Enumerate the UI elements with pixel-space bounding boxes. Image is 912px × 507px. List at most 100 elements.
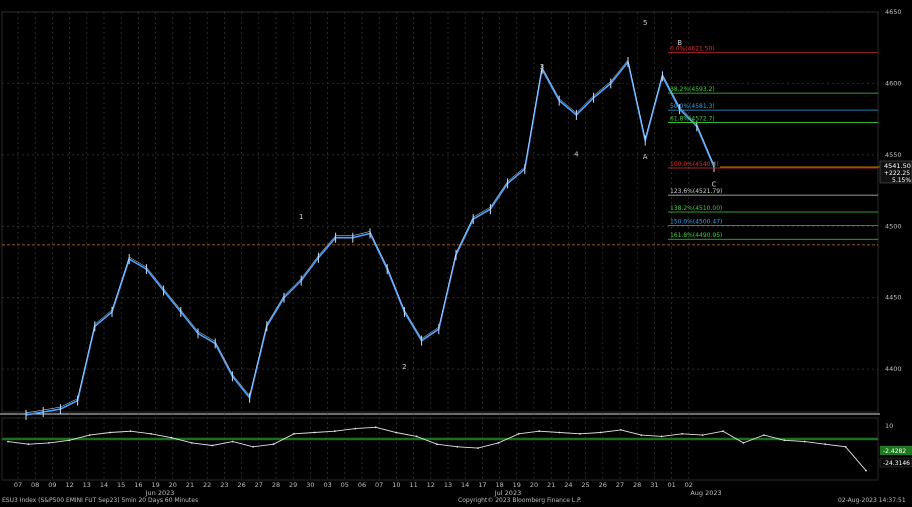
osc-point [47,442,50,444]
x-tick-label: 05 [341,481,349,489]
osc-readout: -2.4282 [883,448,906,455]
osc-point [722,430,724,433]
osc-point [476,447,479,449]
x-tick-label: 23 [220,481,228,489]
osc-point [660,435,663,438]
x-tick-label: 28 [272,481,280,489]
osc-point [844,445,847,448]
osc-point [150,432,152,435]
x-tick-label: 09 [48,481,56,489]
wave-label: C [712,180,717,188]
x-tick-label: 21 [186,481,194,489]
footer-right: 02-Aug-2023 14:37:51 [838,497,906,504]
fib-label: 100.0%(4540.8) [670,161,719,168]
x-tick-label: 07 [14,481,22,489]
x-tick-label: 29 [289,481,297,489]
osc-point [7,440,9,443]
footer-left: ESU3 Index (S&P500 EMINI FUT Sep23) 5min… [2,497,199,504]
osc-point [109,431,112,434]
fib-label: 61.8%(4572.7) [670,115,715,122]
x-tick-label: 19 [513,481,521,489]
x-tick-label: 03 [323,481,331,489]
x-tick-label: 15 [117,481,125,489]
month-label: Aug 2023 [690,489,721,497]
osc-point [395,431,398,434]
osc-point [190,442,193,444]
last-price-change: +222.25 [884,170,910,177]
x-tick-label: 28 [633,481,641,489]
x-tick-label: 12 [65,481,73,489]
x-tick-label: 20 [169,481,177,489]
y-tick-label: 4500 [885,222,902,230]
osc-point [211,444,214,447]
osc-point [599,431,602,434]
osc-point [374,426,377,429]
x-tick-label: 02 [685,481,693,489]
y-tick-label: 4400 [885,365,902,373]
osc-point [619,429,622,431]
y-tick-label: 4450 [885,294,902,302]
osc-point [415,435,418,438]
chart: 0.0%(4621.50)38.2%(4593.2)50.0%(4581.3)6… [0,0,912,507]
osc-point [538,430,541,433]
month-label: Jun 2023 [145,489,175,497]
osc-point [354,427,357,430]
y-tick-label: 4650 [885,8,902,16]
x-tick-label: 11 [409,481,417,489]
osc-point [742,442,745,444]
x-tick-label: 26 [237,481,245,489]
x-tick-label: 20 [530,481,538,489]
osc-point [272,443,275,446]
osc-point [293,432,295,435]
fib-label: 50.0%(4581.3) [670,103,715,110]
osc-point [456,445,459,448]
x-tick-label: 30 [306,481,314,489]
x-tick-label: 31 [650,481,658,489]
osc-point [681,432,684,435]
osc-point [558,431,561,434]
fib-label: 123.6%(4521.79) [670,188,722,195]
osc-point [333,430,336,433]
last-price-pct: 5.15% [892,177,911,184]
x-tick-label: 21 [547,481,555,489]
osc-point [701,434,704,436]
y-tick-label: 4600 [885,79,902,87]
osc-point [68,439,71,442]
x-tick-label: 08 [31,481,39,489]
x-tick-label: 06 [358,481,366,489]
x-tick-label: 17 [478,481,486,489]
fib-label: 38.2%(4593.2) [670,86,715,93]
x-tick-label: 27 [616,481,624,489]
month-label: Jul 2023 [494,489,521,497]
osc-point [231,440,234,443]
osc-point [824,443,827,446]
x-tick-label: 07 [375,481,383,489]
osc-readout: -24.3146 [883,460,910,467]
wave-label: 4 [574,150,579,158]
osc-point [579,432,581,435]
osc-point [27,443,30,446]
wave-label: B [677,39,682,47]
osc-point [497,442,500,444]
x-tick-label: 18 [495,481,503,489]
wave-label: 5 [643,19,647,27]
x-tick-label: 10 [392,481,400,489]
y-tick-label: 4550 [885,151,902,159]
osc-point [783,439,786,442]
wave-label: 2 [402,363,406,371]
x-tick-label: 14 [100,481,108,489]
osc-point [762,434,765,436]
osc-point [252,445,255,448]
x-tick-label: 27 [255,481,263,489]
x-tick-label: 01 [667,481,675,489]
x-tick-label: 26 [599,481,607,489]
wave-label: 1 [299,213,303,221]
wave-label: 3 [540,63,544,71]
fib-label: 150.0%(4500.47) [670,219,722,226]
x-tick-label: 25 [581,481,589,489]
x-tick-label: 14 [461,481,469,489]
x-tick-label: 22 [203,481,211,489]
fib-label: 161.8%(4490.95) [670,232,722,239]
wave-label: A [643,153,648,161]
x-tick-label: 24 [564,481,572,489]
